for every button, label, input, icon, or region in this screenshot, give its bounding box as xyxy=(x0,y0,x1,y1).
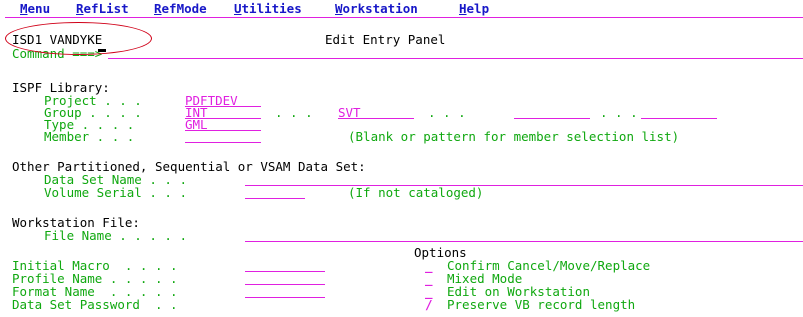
menu-mnemonic: W xyxy=(335,1,343,16)
group-2-underline xyxy=(338,118,414,119)
menu-item-help[interactable]: Help xyxy=(459,1,489,16)
volser-hint: (If not cataloged) xyxy=(348,185,484,200)
menu-mnemonic: R xyxy=(154,1,162,16)
menu-item-workstation[interactable]: Workstation xyxy=(335,1,418,16)
menu-item-menu[interactable]: Menu xyxy=(20,1,50,16)
dsn-underline xyxy=(245,185,803,186)
menu-item-label: efList xyxy=(83,1,129,16)
group-dots-1: . . . xyxy=(275,105,313,120)
group-field-3[interactable] xyxy=(514,105,590,119)
member-label: Member . . . xyxy=(44,129,135,144)
menu-item-label: tilities xyxy=(241,1,302,16)
file-name-field[interactable] xyxy=(245,228,800,242)
dsn-field[interactable] xyxy=(245,172,800,186)
volser-field[interactable] xyxy=(245,185,305,199)
group-3-underline xyxy=(514,118,590,119)
format-name-underline xyxy=(245,297,325,298)
preserve-vb-label: Preserve VB record length xyxy=(447,297,636,312)
menu-item-label: elp xyxy=(466,1,490,16)
member-field[interactable] xyxy=(185,129,261,143)
profile-name-field[interactable] xyxy=(245,271,325,285)
menu-bar: Menu RefList RefMode Utilities Workstati… xyxy=(0,0,803,17)
command-input[interactable] xyxy=(98,45,798,59)
preserve-vb-checkbox[interactable]: / xyxy=(425,297,433,312)
member-hint: (Blank or pattern for member selection l… xyxy=(348,129,680,144)
menu-mnemonic: U xyxy=(234,1,242,16)
password-label: Data Set Password . . xyxy=(12,297,178,312)
highlight-circle xyxy=(5,22,152,55)
menu-item-refmode[interactable]: RefMode xyxy=(154,1,207,16)
menu-mnemonic: R xyxy=(76,1,84,16)
menu-item-reflist[interactable]: RefList xyxy=(76,1,129,16)
menu-separator xyxy=(5,17,803,18)
format-name-field[interactable] xyxy=(245,284,325,298)
group-field-4[interactable] xyxy=(641,105,717,119)
volser-underline xyxy=(245,198,305,199)
menu-mnemonic: M xyxy=(20,1,28,16)
initial-macro-field[interactable] xyxy=(245,258,325,272)
menu-mnemonic: H xyxy=(459,1,467,16)
group-dots-2: . . . xyxy=(428,105,466,120)
volser-label: Volume Serial . . . xyxy=(44,185,187,200)
file-name-underline xyxy=(245,241,803,242)
menu-item-label: efMode xyxy=(161,1,207,16)
group-4-underline xyxy=(641,118,717,119)
command-underline xyxy=(108,58,803,59)
menu-item-label: enu xyxy=(27,1,51,16)
group-dots-3: . . . xyxy=(600,105,638,120)
menu-item-utilities[interactable]: Utilities xyxy=(234,1,302,16)
member-underline xyxy=(185,142,261,143)
file-name-label: File Name . . . . . xyxy=(44,228,187,243)
menu-item-label: orkstation xyxy=(342,1,418,16)
